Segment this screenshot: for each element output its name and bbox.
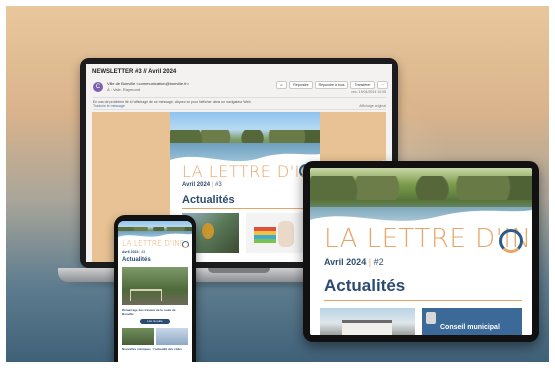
email-actions: ☺ Répondre Répondre à tous Transférer ··… bbox=[275, 81, 388, 89]
tablet: LA LETTRE D'INF Avril 2024 | #2 Actualit… bbox=[303, 161, 539, 342]
phone-news-caption-2: Nouvelles rubriques : l'actualité des cl… bbox=[122, 347, 182, 351]
sender-avatar: C bbox=[93, 82, 103, 92]
tablet-logo-o-icon bbox=[499, 229, 523, 253]
email-sender: Ville de Bonville <communication@bonvill… bbox=[107, 81, 190, 86]
email-subject: NEWSLETTER #3 // Avril 2024 bbox=[92, 69, 177, 75]
tablet-card-caption: Conseil municipal bbox=[440, 324, 500, 331]
phone-read-more-button[interactable]: Lire la suite bbox=[140, 319, 170, 324]
phone-news-caption-1: Démarrage des travaux de la route de Bon… bbox=[122, 308, 176, 316]
phone-news-image-2[interactable] bbox=[122, 328, 154, 345]
phone-logo-o-icon bbox=[182, 241, 189, 248]
phone-newsletter-title: LA LETTRE D'INF bbox=[122, 239, 185, 248]
section-divider bbox=[182, 208, 308, 209]
tablet-news-card-1[interactable] bbox=[320, 308, 415, 335]
phone-section-heading: Actualités bbox=[122, 257, 151, 263]
more-actions-button[interactable]: ··· bbox=[376, 81, 388, 89]
smartphone-screen: LA LETTRE D'INF Avril 2024 | #3 Actualit… bbox=[118, 221, 192, 362]
reply-button[interactable]: Répondre bbox=[289, 81, 313, 89]
tablet-screen: LA LETTRE D'INF Avril 2024 | #2 Actualit… bbox=[310, 168, 532, 335]
reply-all-button[interactable]: Répondre à tous bbox=[314, 81, 349, 89]
tablet-section-divider bbox=[324, 300, 522, 301]
phone-news-image-1[interactable] bbox=[122, 267, 188, 305]
news-image-2[interactable] bbox=[246, 213, 306, 253]
email-toolbar: Traduire le message Affichage original bbox=[93, 104, 386, 110]
section-heading: Actualités bbox=[182, 194, 235, 206]
email-recipient: À : Vale. Raymond bbox=[107, 87, 141, 92]
phone-news-image-3[interactable] bbox=[156, 328, 188, 345]
translate-link[interactable]: Traduire le message bbox=[93, 104, 125, 108]
forward-button[interactable]: Transférer bbox=[350, 81, 375, 89]
scene-background: NEWSLETTER #3 // Avril 2024 C Ville de B… bbox=[6, 6, 549, 362]
email-date: ven. 19/04/2024 10:05 bbox=[351, 90, 386, 94]
emoji-reaction-button[interactable]: ☺ bbox=[275, 81, 288, 89]
tablet-section-heading: Actualités bbox=[324, 276, 406, 295]
newsletter-edition: Avril 2024 | #3 bbox=[182, 182, 222, 188]
original-view-link[interactable]: Affichage original bbox=[359, 104, 386, 108]
email-info-bar[interactable]: En cas de problème lié à l'affichage de … bbox=[93, 97, 386, 104]
phone-newsletter-edition: Avril 2024 | #3 bbox=[122, 250, 146, 254]
smartphone: LA LETTRE D'INF Avril 2024 | #3 Actualit… bbox=[114, 215, 196, 362]
tablet-newsletter-edition: Avril 2024 | #2 bbox=[324, 257, 384, 267]
tablet-news-card-2[interactable]: Conseil municipal bbox=[422, 308, 522, 335]
